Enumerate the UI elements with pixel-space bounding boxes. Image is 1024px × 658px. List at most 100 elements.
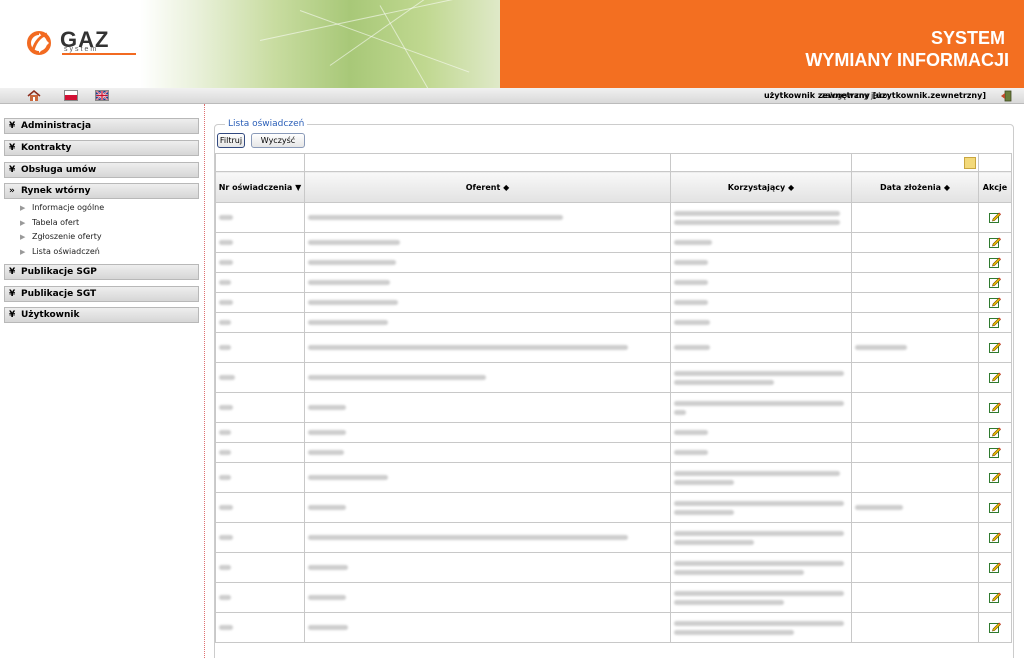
edit-icon[interactable]	[989, 621, 1001, 633]
cell-korzystajacy	[670, 202, 852, 233]
redacted-text	[674, 430, 708, 435]
edit-icon[interactable]	[989, 426, 1001, 438]
table-row[interactable]	[215, 392, 1012, 423]
redacted-text	[855, 345, 907, 350]
filter-cell-korzystajacy[interactable]	[670, 153, 852, 172]
filter-cell-nr[interactable]	[215, 153, 305, 172]
cell-korzystajacy	[670, 292, 852, 313]
edit-icon[interactable]	[989, 446, 1001, 458]
cell-oferent	[304, 202, 671, 233]
sidebar-subitem-lista-oswiadczen[interactable]: ▶ Lista oświadczeń	[20, 247, 100, 256]
redacted-text	[308, 535, 628, 540]
filter-button[interactable]: Filtruj	[217, 133, 245, 148]
sidebar-subitem-zgloszenie-oferty[interactable]: ▶ Zgłoszenie oferty	[20, 232, 102, 241]
table-row[interactable]	[215, 462, 1012, 493]
sidebar-item-publikacje-sgt[interactable]: ¥ Publikacje SGT	[4, 286, 199, 302]
column-header-oferent[interactable]: Oferent ◆	[304, 171, 671, 203]
table-row[interactable]	[215, 312, 1012, 333]
login-user: użytkownik zewnętrzny [uzytkownik.zewnet…	[763, 91, 986, 100]
edit-icon[interactable]	[989, 561, 1001, 573]
edit-icon[interactable]	[989, 591, 1001, 603]
redacted-text	[674, 629, 794, 635]
calendar-icon[interactable]	[964, 157, 976, 169]
sidebar-item-rynek-wtorny[interactable]: » Rynek wtórny	[4, 183, 199, 199]
table-row[interactable]	[215, 612, 1012, 643]
edit-icon[interactable]	[989, 471, 1001, 483]
edit-icon[interactable]	[989, 276, 1001, 288]
app-title-line1: SYSTEM	[930, 28, 1005, 48]
sidebar-item-uzytkownik[interactable]: ¥ Użytkownik	[4, 307, 199, 323]
redacted-text	[308, 475, 388, 480]
logout-icon[interactable]	[1000, 90, 1012, 102]
redacted-text	[674, 560, 844, 566]
cell-data	[851, 332, 979, 363]
redacted-text	[219, 475, 231, 480]
column-header-nr[interactable]: Nr oświadczenia ▼	[215, 171, 305, 203]
cell-oferent	[304, 612, 671, 643]
redacted-text	[674, 479, 734, 485]
chevron-down-icon: ¥	[9, 121, 16, 131]
edit-icon[interactable]	[989, 341, 1001, 353]
table-row[interactable]	[215, 442, 1012, 463]
edit-icon[interactable]	[989, 316, 1001, 328]
chevron-down-icon: ¥	[9, 267, 16, 277]
column-header-data[interactable]: Data złożenia ◆	[851, 171, 979, 203]
edit-icon[interactable]	[989, 401, 1001, 413]
cell-korzystajacy	[670, 612, 852, 643]
sidebar-subitem-informacje-ogolne[interactable]: ▶ Informacje ogólne	[20, 203, 104, 212]
redacted-text	[308, 300, 398, 305]
redacted-text	[219, 595, 231, 600]
sidebar-subitem-tabela-ofert[interactable]: ▶ Tabela ofert	[20, 218, 79, 227]
table-row[interactable]	[215, 522, 1012, 553]
edit-icon[interactable]	[989, 211, 1001, 223]
column-header-korzystajacy[interactable]: Korzystający ◆	[670, 171, 852, 203]
edit-icon[interactable]	[989, 256, 1001, 268]
table-row[interactable]	[215, 552, 1012, 583]
redacted-text	[674, 345, 710, 350]
cell-nr	[215, 312, 305, 333]
filter-cell-akcje	[978, 153, 1012, 172]
sidebar-item-kontrakty[interactable]: ¥ Kontrakty	[4, 140, 199, 156]
table-row[interactable]	[215, 362, 1012, 393]
redacted-text	[219, 215, 233, 220]
cell-oferent	[304, 582, 671, 613]
page-header: GAZ system SYSTEM WYMIANY INFORMACJI	[0, 0, 1024, 88]
table-row[interactable]	[215, 492, 1012, 523]
cell-nr	[215, 442, 305, 463]
cell-korzystajacy	[670, 582, 852, 613]
filter-cell-oferent[interactable]	[304, 153, 671, 172]
table-row[interactable]	[215, 582, 1012, 613]
cell-korzystajacy	[670, 252, 852, 273]
table-row[interactable]	[215, 202, 1012, 233]
redacted-text	[674, 620, 844, 626]
flag-pl-icon[interactable]	[64, 90, 78, 101]
edit-icon[interactable]	[989, 296, 1001, 308]
table-row[interactable]	[215, 252, 1012, 273]
filter-cell-data[interactable]	[851, 153, 979, 172]
triangle-right-icon: ▶	[20, 219, 26, 227]
edit-icon[interactable]	[989, 371, 1001, 383]
cell-oferent	[304, 232, 671, 253]
edit-icon[interactable]	[989, 236, 1001, 248]
clear-button[interactable]: Wyczyść	[251, 133, 305, 148]
sidebar-item-obsluga-umow[interactable]: ¥ Obsługa umów	[4, 162, 199, 178]
edit-icon[interactable]	[989, 501, 1001, 513]
redacted-text	[674, 450, 708, 455]
cell-oferent	[304, 422, 671, 443]
table-row[interactable]	[215, 232, 1012, 253]
table-row[interactable]	[215, 272, 1012, 293]
sidebar-item-publikacje-sgp[interactable]: ¥ Publikacje SGP	[4, 264, 199, 280]
redacted-text	[308, 595, 346, 600]
redacted-text	[674, 240, 712, 245]
table-row[interactable]	[215, 422, 1012, 443]
sidebar-item-label: Rynek wtórny	[21, 186, 91, 196]
cell-data	[851, 252, 979, 273]
chevron-right-icon: »	[9, 186, 15, 196]
flag-uk-icon[interactable]	[95, 90, 109, 101]
edit-icon[interactable]	[989, 531, 1001, 543]
table-row[interactable]	[215, 332, 1012, 363]
table-row[interactable]	[215, 292, 1012, 313]
redacted-text	[308, 345, 628, 350]
home-icon[interactable]	[27, 90, 41, 101]
sidebar-item-administracja[interactable]: ¥ Administracja	[4, 118, 199, 134]
